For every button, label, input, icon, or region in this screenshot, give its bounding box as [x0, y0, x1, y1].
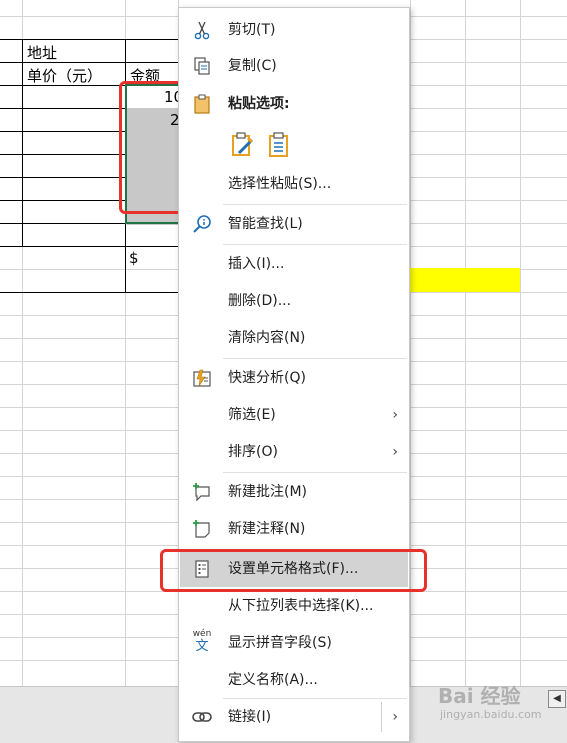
menu-item-paste-options: 粘贴选项: — [180, 86, 408, 122]
yellow-highlighted-cells[interactable] — [410, 268, 520, 292]
chevron-right-icon[interactable]: › — [392, 699, 398, 735]
cell-address-header[interactable]: 地址 — [27, 42, 57, 63]
menu-item-cut[interactable]: 剪切(T) — [180, 12, 408, 48]
link-icon — [192, 707, 212, 727]
new-note-icon — [192, 519, 212, 539]
scroll-left-icon[interactable]: ◀ — [548, 690, 566, 708]
annotation-format-cells-box — [160, 549, 427, 592]
menu-item-delete[interactable]: 删除(D)... — [180, 283, 408, 319]
menu-item-define-name[interactable]: 定义名称(A)... — [180, 662, 408, 698]
menu-item-paste-special[interactable]: 选择性粘贴(S)... — [180, 166, 408, 202]
menu-item-new-note[interactable]: 新建注释(N) — [180, 511, 408, 547]
new-comment-icon — [192, 482, 212, 502]
chevron-right-icon: › — [392, 444, 398, 460]
split-divider — [381, 702, 382, 732]
watermark-logo: Bai 经验 — [438, 684, 521, 708]
menu-item-link[interactable]: 链接(I) › — [180, 699, 408, 735]
cell-currency[interactable]: $ — [129, 249, 139, 267]
watermark-url: jingyan.baidu.com — [440, 708, 542, 721]
menu-item-quick-analysis[interactable]: 快速分析(Q) — [180, 360, 408, 396]
menu-item-filter[interactable]: 筛选(E) › — [180, 397, 408, 433]
chevron-right-icon: › — [392, 407, 398, 423]
paste-values-icon[interactable] — [267, 132, 291, 158]
menu-item-insert[interactable]: 插入(I)... — [180, 246, 408, 282]
clipboard-icon — [192, 94, 212, 114]
menu-item-show-phonetic[interactable]: wén 文 显示拼音字段(S) — [180, 625, 408, 661]
context-menu: 剪切(T) 复制(C) 粘贴选项: 选择性粘贴(S)... 智能查找(L) 插入… — [178, 7, 410, 742]
menu-item-clear-contents[interactable]: 清除内容(N) — [180, 320, 408, 356]
cell-unit-price-header[interactable]: 单价（元） — [27, 65, 102, 86]
smart-lookup-icon — [192, 214, 212, 234]
paste-formatting-icon[interactable] — [231, 132, 255, 158]
quick-analysis-icon — [192, 368, 212, 388]
menu-item-sort[interactable]: 排序(O) › — [180, 434, 408, 470]
phonetic-icon: wén 文 — [192, 629, 212, 654]
menu-item-smart-lookup[interactable]: 智能查找(L) — [180, 206, 408, 242]
menu-item-pick-from-list[interactable]: 从下拉列表中选择(K)... — [180, 588, 408, 624]
scissors-icon — [192, 20, 212, 40]
copy-icon — [192, 56, 212, 76]
menu-item-copy[interactable]: 复制(C) — [180, 48, 408, 84]
menu-item-new-comment[interactable]: 新建批注(M) — [180, 474, 408, 510]
